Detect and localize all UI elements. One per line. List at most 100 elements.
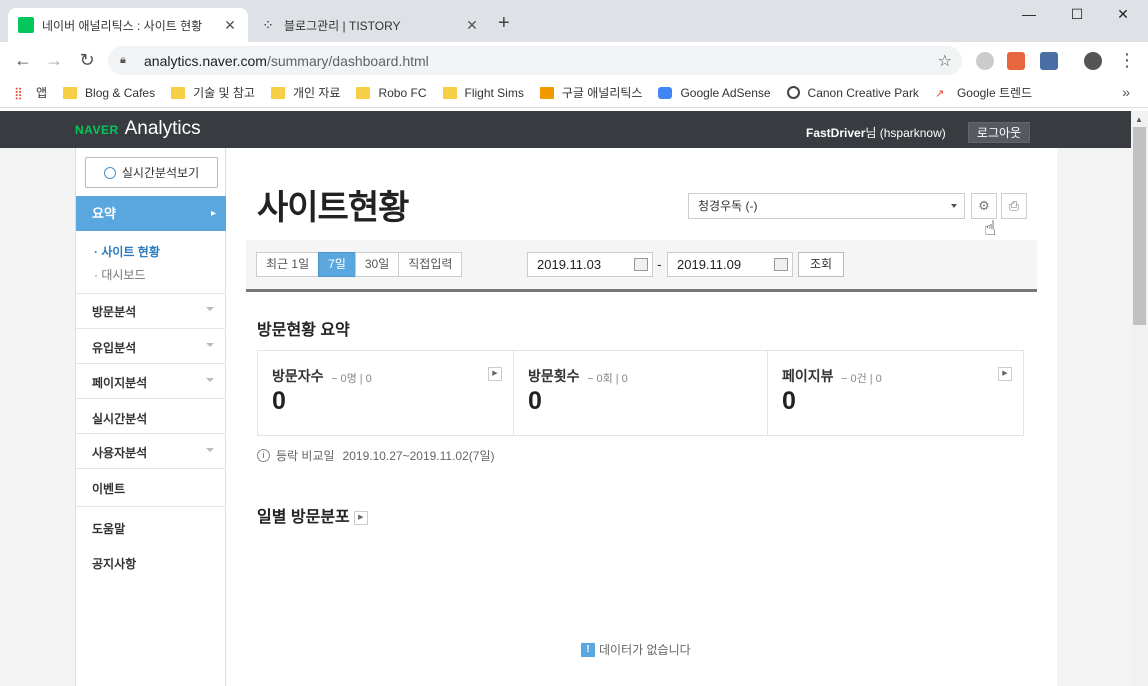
more-arrow-icon[interactable]: ▶ [998,367,1012,381]
bookmark-adsense[interactable]: Google AdSense [658,86,771,100]
forward-arrow-icon[interactable]: → [44,50,64,70]
stat-change: − 0회 | 0 [587,373,628,385]
folder-icon [171,86,186,99]
page-scrollbar[interactable]: ▲ [1131,111,1148,686]
date-separator: - [657,256,662,272]
divider [76,433,226,434]
stat-change: − 0명 | 0 [331,373,372,385]
close-window-button[interactable]: ✕ [1100,6,1146,23]
browser-toolbar: ← → ↻ 🔒︎ analytics.naver.com/summary/das… [0,42,1148,78]
caret-down-icon [206,448,214,452]
main-content: 사이트현황 청경우독 (-) ⚙ ⎙ ☝ 최근 1일 7일 30일 직접입력 2… [226,148,1057,686]
tab-naver-analytics[interactable]: 네이버 애널리틱스 : 사이트 현황 ✕ [8,8,248,42]
new-tab-button[interactable]: + [498,12,510,35]
logout-button[interactable]: 로그아웃 [968,122,1030,143]
divider [76,506,226,507]
bookmark-personal[interactable]: 개인 자료 [270,84,340,101]
sidebar-item-help[interactable]: 도움말 [92,520,218,537]
tab-close-icon[interactable]: ✕ [464,17,480,34]
tab-title: 블로그관리 | TISTORY [284,18,401,33]
extension-icon[interactable] [1040,52,1058,70]
dropdown-arrow-icon [951,204,957,208]
tab-close-icon[interactable]: ✕ [222,17,238,34]
period-1day-button[interactable]: 최근 1일 [256,252,320,277]
lock-icon: 🔒︎ [120,54,126,66]
sidebar-item-realtime-analysis[interactable]: 실시간분석 [92,410,218,427]
summary-section-title: 방문현황 요약 [257,322,350,339]
folder-icon [63,86,78,99]
bookmark-canon[interactable]: Canon Creative Park [786,86,919,100]
bookmark-flight-sims[interactable]: Flight Sims [442,86,524,100]
search-button[interactable]: 조회 [798,252,844,277]
tab-tistory[interactable]: ⁘ 블로그관리 | TISTORY ✕ [250,8,490,42]
chrome-menu-icon[interactable]: ⋮ [1117,50,1137,70]
hand-cursor-icon: ☝ [984,218,997,240]
profile-avatar[interactable] [1084,52,1102,70]
tab-title: 네이버 애널리틱스 : 사이트 현황 [42,18,203,33]
reload-icon[interactable]: ↻ [77,50,97,70]
sidebar-item-notices[interactable]: 공지사항 [92,555,218,572]
sidebar-subitem-site-status[interactable]: · 사이트 현황 [94,243,160,260]
bookmark-robo-fc[interactable]: Robo FC [356,86,427,100]
sidebar-item-events[interactable]: 이벤트 [92,480,218,497]
sidebar-item-visit-analysis[interactable]: 방문분석 [92,303,218,320]
divider [76,398,226,399]
stat-visitors: 방문자수 − 0명 | 0 0 ▶ [258,351,514,435]
extension-icon[interactable] [976,52,994,70]
sidebar-item-page-analysis[interactable]: 페이지분석 [92,374,218,391]
alert-icon: ! [581,642,595,657]
more-arrow-icon[interactable]: ▶ [488,367,502,381]
site-select[interactable]: 청경우독 (-) [688,193,965,219]
chevron-right-icon: ▸ [210,208,216,219]
extension-icon[interactable] [1007,52,1025,70]
globe-icon [786,86,800,99]
sidebar-subitem-dashboard[interactable]: · 대시보드 [94,266,146,283]
period-7day-button[interactable]: 7일 [318,252,356,277]
start-date-input[interactable]: 2019.11.03 [527,252,653,277]
sidebar-item-user-analysis[interactable]: 사용자분석 [92,444,218,461]
stats-summary: 방문자수 − 0명 | 0 0 ▶ 방문횟수 − 0회 | 0 0 페이지뷰 −… [257,350,1024,436]
sidebar-item-inflow-analysis[interactable]: 유입분석 [92,339,218,356]
trends-icon: ↗ [934,87,945,100]
print-icon[interactable]: ⎙ [1001,193,1027,219]
caret-down-icon [206,307,214,311]
bookmark-blog-cafes[interactable]: Blog & Cafes [63,86,155,100]
back-arrow-icon[interactable]: ← [13,50,33,70]
bookmark-apps[interactable]: ⣿ 앱 [14,84,47,101]
address-bar[interactable]: 🔒︎ analytics.naver.com/summary/dashboard… [108,46,962,75]
more-arrow-icon[interactable]: ▶ [353,510,368,525]
compare-period-note: i 등락 비교일 2019.10.27~2019.11.02(7일) [257,447,495,464]
maximize-button[interactable]: ☐ [1054,6,1100,23]
folder-icon [356,86,371,99]
calendar-icon[interactable] [634,258,648,271]
bookmarks-more-icon[interactable]: » [1122,84,1130,100]
browser-tab-bar: 네이버 애널리틱스 : 사이트 현황 ✕ ⁘ 블로그관리 | TISTORY ✕… [0,0,1148,42]
bookmark-trends[interactable]: ↗ Google 트렌드 [935,84,1032,101]
content-container: 실시간분석보기 요약 ▸ · 사이트 현황 · 대시보드 방문분석 유입분석 페… [75,148,1057,686]
stat-value: 0 [528,387,542,415]
scrollbar-thumb[interactable] [1133,127,1146,325]
divider [76,363,226,364]
bookmark-star-icon[interactable]: ☆ [938,51,952,71]
folder-icon [270,86,285,99]
end-date-input[interactable]: 2019.11.09 [667,252,793,277]
naver-analytics-logo[interactable]: NAVER Analytics [75,118,201,140]
period-30day-button[interactable]: 30일 [354,252,400,277]
scroll-up-icon[interactable]: ▲ [1135,115,1143,124]
period-button-group: 최근 1일 7일 30일 직접입력 [256,252,463,277]
stat-label: 방문횟수 [528,368,580,384]
daily-section-title: 일별 방문분포 ▶ [257,503,368,527]
divider [76,328,226,329]
divider [76,468,226,469]
minimize-button[interactable]: — [1006,6,1052,22]
sidebar-item-summary[interactable]: 요약 ▸ [76,196,226,231]
realtime-analysis-button[interactable]: 실시간분석보기 [85,157,218,188]
page-title: 사이트현황 [257,189,409,227]
bookmark-tech[interactable]: 기술 및 참고 [171,84,255,101]
no-data-message: ! 데이터가 없습니다 [581,641,691,658]
period-custom-button[interactable]: 직접입력 [398,252,463,277]
sidebar: 실시간분석보기 요약 ▸ · 사이트 현황 · 대시보드 방문분석 유입분석 페… [76,148,226,686]
calendar-icon[interactable] [774,258,788,271]
adsense-icon [658,86,673,99]
bookmark-google-analytics[interactable]: 구글 애널리틱스 [539,84,642,101]
